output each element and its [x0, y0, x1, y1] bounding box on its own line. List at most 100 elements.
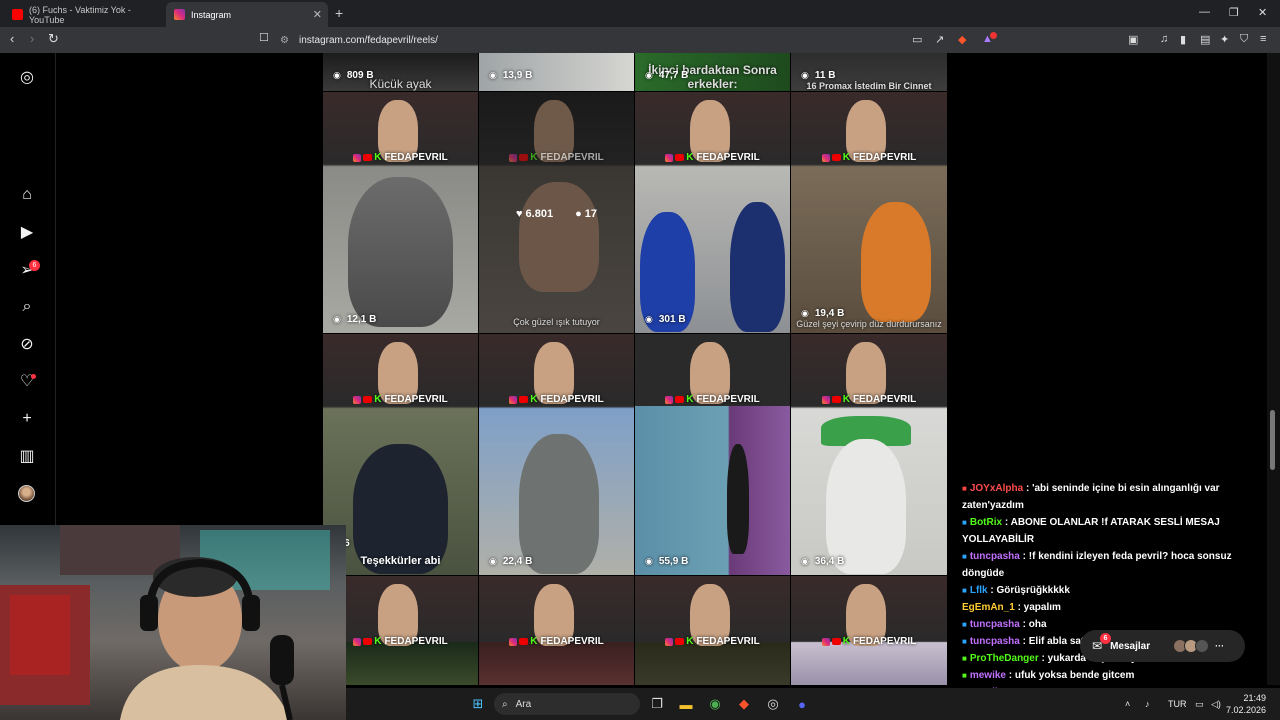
- reading-list-icon[interactable]: ▮: [1180, 33, 1186, 46]
- eye-icon: ◉: [333, 70, 341, 80]
- chat-text: : ufuk yoksa bende gitcem: [1008, 670, 1135, 681]
- reel-tile[interactable]: K FEDAPEVRIL: [479, 576, 634, 685]
- messages-label: Mesajlar: [1110, 640, 1151, 652]
- steam-icon[interactable]: ◎: [764, 695, 782, 713]
- hover-stats: ♥ 6.801 ● 17: [479, 208, 634, 220]
- bookmark-icon[interactable]: ☐: [259, 31, 269, 44]
- reel-tile[interactable]: ◉ 13,9 B: [479, 53, 634, 91]
- sidebar-toggle-icon[interactable]: ▣: [1128, 33, 1138, 46]
- dashboard-icon[interactable]: ▥: [17, 446, 37, 466]
- chat-user: tuncpasha: [969, 619, 1020, 630]
- site-settings-icon[interactable]: ⚙: [280, 35, 289, 46]
- home-icon[interactable]: ⌂: [17, 185, 37, 205]
- channel-banner: FEDAPEVRIL: [384, 152, 448, 163]
- channel-banner: FEDAPEVRIL: [852, 636, 917, 647]
- tab-youtube[interactable]: (6) Fuchs - Vaktimiz Yok - YouTube: [4, 2, 164, 27]
- url-bar[interactable]: ⚙ instagram.com/fedapevril/reels/: [280, 30, 1000, 50]
- messenger-icon: ✉ 6: [1092, 633, 1111, 653]
- reel-tile[interactable]: K FEDAPEVRIL: [635, 576, 790, 685]
- chat-user: BotRix: [969, 517, 1003, 528]
- tab-instagram[interactable]: Instagram ✕: [166, 2, 328, 27]
- view-count: 301 B: [658, 314, 686, 325]
- avatar: [1195, 639, 1210, 653]
- task-view-icon[interactable]: ❐: [648, 695, 666, 713]
- reel-tile[interactable]: K FEDAPEVRIL ◉ 22,4 B: [479, 334, 634, 575]
- reel-tile[interactable]: KFEDAPEVRIL Teşekkürler abi 136: [323, 334, 478, 575]
- taskbar-clock[interactable]: 21:49 7.02.2026: [1226, 692, 1266, 716]
- reel-tile[interactable]: 16 Promax İstedim Bir Cinnet ◉ 11 B: [791, 53, 947, 91]
- back-icon[interactable]: ‹: [10, 31, 14, 46]
- instagram-icon: [174, 9, 185, 20]
- search-icon[interactable]: ⌕: [17, 297, 37, 317]
- close-window-icon[interactable]: ✕: [1258, 6, 1267, 19]
- chat-message: ■ mewike : ufuk yoksa bende gitcem: [962, 670, 1135, 681]
- media-icon[interactable]: ♫: [1160, 33, 1168, 45]
- tray-overflow-icon[interactable]: ˄: [1125, 699, 1130, 709]
- taskbar-search[interactable]: ⌕ Ara: [494, 693, 640, 715]
- reel-tile[interactable]: K FEDAPEVRIL: [791, 576, 947, 685]
- channel-banner: FEDAPEVRIL: [540, 636, 604, 647]
- instagram-logo-icon[interactable]: ◎: [17, 67, 37, 87]
- chat-text: : yapalım: [1017, 602, 1061, 613]
- eye-icon: ◉: [801, 556, 809, 566]
- reel-tile[interactable]: K FEDAPEVRIL Güzel şeyi çevirip düz durdu…: [791, 92, 947, 333]
- eye-icon: ◉: [489, 556, 497, 566]
- chat-user: mewike: [969, 670, 1006, 681]
- brave-shields-icon[interactable]: ◆: [958, 33, 966, 46]
- reel-tile[interactable]: K FEDAPEVRIL ◉ 55,9 B: [635, 334, 790, 575]
- view-count: 12,1 B: [346, 314, 377, 325]
- create-plus-icon[interactable]: +: [17, 409, 37, 429]
- search-placeholder: Ara: [515, 698, 532, 710]
- instagram-sidebar: ◎ ⌂ ▶ ➢ ⌕ ⊘ ♡ + ▥: [0, 53, 56, 525]
- reel-tile[interactable]: K FEDAPEVRIL: [323, 576, 478, 685]
- share-icon[interactable]: ↗: [935, 33, 944, 46]
- mic-icon[interactable]: ♪: [1145, 699, 1150, 709]
- chat-message: ■ BotRix : ABONE OLANLAR !f ATARAK SESLİ …: [962, 517, 1220, 545]
- cast-icon[interactable]: ▭: [912, 33, 922, 46]
- chat-message: ■ Lflk : Görüşrüğkkkkk: [962, 585, 1070, 596]
- minimize-icon[interactable]: —: [1199, 6, 1210, 18]
- messages-bar[interactable]: ✉ 6 Mesajlar ···: [1080, 630, 1245, 662]
- clock-date: 7.02.2026: [1226, 705, 1267, 715]
- forward-icon[interactable]: ›: [30, 31, 34, 46]
- start-icon[interactable]: ⊞: [469, 695, 487, 713]
- tab-title: (6) Fuchs - Vaktimiz Yok - YouTube: [29, 4, 131, 25]
- network-icon[interactable]: ▭: [1195, 699, 1204, 710]
- reel-tile[interactable]: K FEDAPEVRIL ◉ 36,4 B: [791, 334, 947, 575]
- explore-icon[interactable]: ⊘: [17, 334, 37, 354]
- reel-tile[interactable]: K FEDAPEVRIL ♥ 6.801 ● 17 Çok güzel ışık …: [479, 92, 634, 333]
- extensions-icon[interactable]: ✦: [1220, 33, 1229, 46]
- chat-text: : Görüşrüğkkkkk: [990, 585, 1070, 596]
- url-text: instagram.com/fedapevril/reels/: [298, 34, 438, 46]
- file-explorer-icon[interactable]: ▬: [677, 695, 695, 713]
- brave-icon[interactable]: ◆: [735, 695, 753, 713]
- chat-text: : oha: [1022, 619, 1047, 630]
- reel-tile[interactable]: K FEDAPEVRIL ◉ 12,1 B: [323, 92, 478, 333]
- more-icon[interactable]: ···: [1215, 641, 1224, 651]
- language-indicator[interactable]: TUR: [1168, 699, 1187, 709]
- view-count: 809 B: [346, 70, 374, 81]
- discord-icon[interactable]: ●: [793, 695, 811, 713]
- reels-grid: Kücük ayak ◉ 809 B ◉ 13,9 B İkinci bardakt…: [323, 53, 947, 685]
- close-tab-icon[interactable]: ✕: [313, 8, 322, 21]
- restore-icon[interactable]: ❐: [1229, 6, 1239, 19]
- reel-tile[interactable]: K FEDAPEVRIL ◉ 301 B: [635, 92, 790, 333]
- chrome-icon[interactable]: ◉: [706, 695, 724, 713]
- reload-icon[interactable]: ↻: [48, 31, 59, 47]
- comment-icon: ●: [575, 208, 582, 220]
- volume-icon[interactable]: ◁): [1211, 699, 1221, 710]
- vpn-icon[interactable]: ⛉: [1240, 33, 1248, 46]
- menu-icon[interactable]: ≡: [1260, 33, 1266, 45]
- wallet-icon[interactable]: ▤: [1200, 33, 1210, 46]
- channel-banner: FEDAPEVRIL: [696, 152, 760, 163]
- reel-caption: Çok güzel ışık tutuyor: [513, 317, 600, 327]
- scrollbar-thumb[interactable]: [1270, 410, 1275, 470]
- chat-message: ■ tuncpasha : !f kendini izleyen feda pev…: [962, 551, 1232, 579]
- reels-icon[interactable]: ▶: [17, 222, 37, 242]
- reel-tile[interactable]: İkinci bardaktan Sonra erkekler: ◉ 47,7 B: [635, 53, 790, 91]
- new-tab-button[interactable]: +: [335, 5, 343, 21]
- page-scrollbar[interactable]: [1267, 53, 1280, 685]
- reel-tile[interactable]: Kücük ayak ◉ 809 B: [323, 53, 478, 91]
- profile-avatar[interactable]: [18, 485, 35, 502]
- chat-user: EgEmAn_1: [962, 602, 1015, 613]
